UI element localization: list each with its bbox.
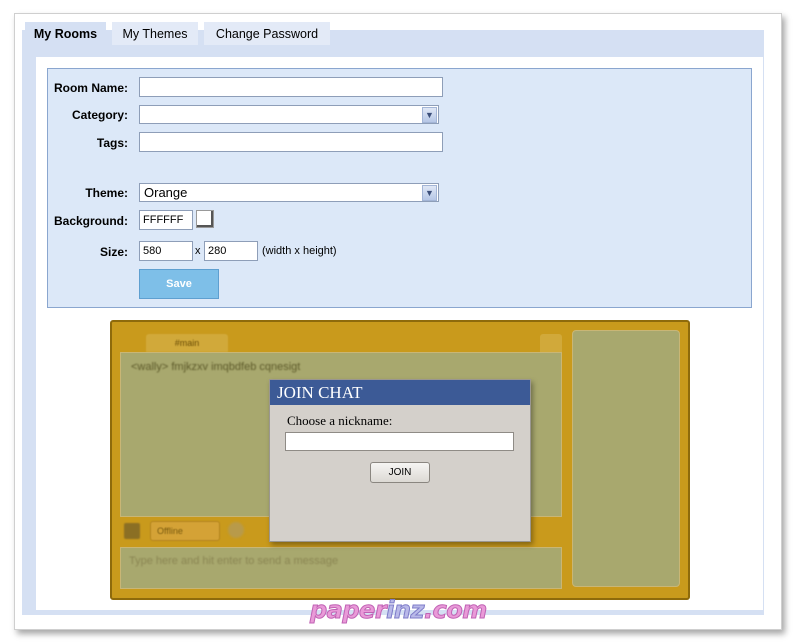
height-input[interactable]: 280 bbox=[204, 241, 258, 261]
tab-my-rooms[interactable]: My Rooms bbox=[25, 22, 106, 45]
width-input[interactable]: 580 bbox=[139, 241, 193, 261]
tab-change-password[interactable]: Change Password bbox=[204, 22, 330, 45]
join-chat-dialog: JOIN CHAT Choose a nickname: JOIN bbox=[269, 379, 531, 542]
join-button[interactable]: JOIN bbox=[370, 462, 430, 483]
size-label: Size: bbox=[99, 245, 128, 259]
room-name-label: Room Name: bbox=[53, 81, 128, 95]
user-icon[interactable] bbox=[124, 523, 140, 539]
size-hint: (width x height) bbox=[262, 245, 337, 257]
nickname-label: Choose a nickname: bbox=[287, 413, 393, 428]
watermark-part-3: .com bbox=[423, 596, 487, 625]
tags-label: Tags: bbox=[96, 136, 128, 150]
chat-input-placeholder: Type here and hit enter to send a messag… bbox=[129, 555, 339, 567]
size-separator: x bbox=[195, 245, 201, 257]
chat-room-tab[interactable]: #main bbox=[146, 334, 228, 352]
background-label: Background: bbox=[53, 214, 128, 228]
tags-input[interactable] bbox=[139, 132, 443, 152]
category-label: Category: bbox=[71, 108, 128, 122]
theme-select[interactable]: Orange ▼ bbox=[139, 183, 439, 202]
background-color-input[interactable]: FFFFFF bbox=[139, 210, 193, 230]
chat-message: <wally> fmjkzxv imqbdfeb cqnesigt bbox=[131, 361, 301, 373]
room-name-input[interactable] bbox=[139, 77, 443, 97]
dialog-title: JOIN CHAT bbox=[270, 380, 530, 405]
chevron-down-icon[interactable]: ▼ bbox=[422, 185, 437, 201]
category-select[interactable]: ▼ bbox=[139, 105, 439, 124]
status-dropdown[interactable]: Offline bbox=[150, 521, 220, 541]
smiley-icon[interactable] bbox=[228, 522, 244, 538]
theme-select-value: Orange bbox=[144, 185, 188, 200]
theme-label: Theme: bbox=[85, 186, 128, 200]
tab-my-themes[interactable]: My Themes bbox=[112, 22, 198, 45]
watermark-logo: paperinz.com bbox=[309, 596, 490, 630]
chat-message-input[interactable]: Type here and hit enter to send a messag… bbox=[120, 547, 562, 589]
chat-user-list bbox=[572, 330, 680, 587]
color-picker-swatch[interactable] bbox=[196, 210, 214, 228]
chevron-down-icon[interactable]: ▼ bbox=[422, 107, 437, 123]
watermark-part-1: paper bbox=[309, 596, 387, 625]
save-button[interactable]: Save bbox=[139, 269, 219, 299]
chat-tab-control[interactable] bbox=[540, 334, 562, 352]
nickname-input[interactable] bbox=[285, 432, 514, 451]
watermark-part-2: inz bbox=[386, 596, 425, 625]
